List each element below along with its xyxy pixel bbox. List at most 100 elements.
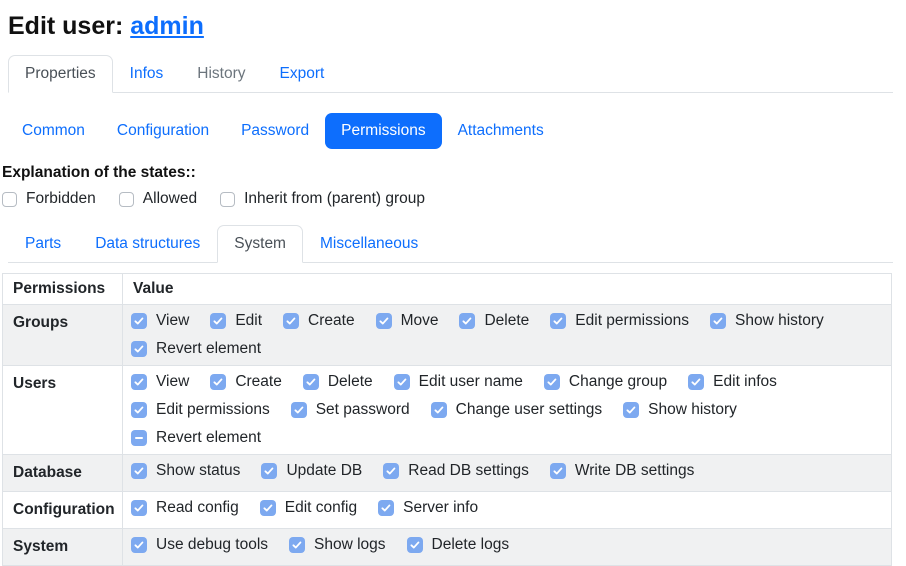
checkbox-label: Edit user name (419, 373, 523, 391)
checkbox-item[interactable]: Edit config (260, 499, 357, 517)
checkbox-item[interactable]: Show logs (289, 536, 386, 554)
checkbox-item[interactable]: Use debug tools (131, 536, 268, 554)
checkbox-item[interactable]: Inherit from (parent) group (220, 190, 425, 208)
checkbox-icon[interactable] (407, 537, 423, 553)
checkbox-label: Write DB settings (575, 462, 694, 480)
table-row-configuration: Configuration Read config Edit config Se… (3, 492, 892, 529)
checkbox-item[interactable]: Move (376, 312, 439, 330)
subtab-attachments[interactable]: Attachments (442, 113, 560, 149)
checkbox-icon[interactable] (544, 374, 560, 390)
checkbox-icon[interactable] (623, 402, 639, 418)
checkbox-item[interactable]: Allowed (119, 190, 197, 208)
checkbox-item[interactable]: Read config (131, 499, 239, 517)
checkbox-item[interactable]: Server info (378, 499, 478, 517)
checkbox-icon[interactable] (131, 463, 147, 479)
checkbox-item[interactable]: Edit permissions (131, 401, 270, 419)
checkbox-item[interactable]: Edit permissions (550, 312, 689, 330)
page-title-text: Edit user: (8, 12, 130, 40)
checkbox-icon[interactable] (210, 313, 226, 329)
row-label-users: Users (3, 366, 123, 455)
checkbox-icon[interactable] (710, 313, 726, 329)
tab-infos[interactable]: Infos (113, 55, 181, 93)
checkbox-item[interactable]: Show history (710, 312, 824, 330)
subtab-common[interactable]: Common (6, 113, 101, 149)
checkbox-icon[interactable] (131, 313, 147, 329)
table-header-row: Permissions Value (3, 274, 892, 305)
checkbox-item[interactable]: Show status (131, 462, 240, 480)
checkbox-label: Revert element (156, 429, 261, 447)
checkbox-item[interactable]: Edit (210, 312, 262, 330)
checkbox-icon[interactable] (119, 192, 134, 207)
subtab-permissions[interactable]: Permissions (325, 113, 441, 149)
tab-miscellaneous[interactable]: Miscellaneous (303, 225, 435, 263)
checkbox-icon[interactable] (376, 313, 392, 329)
checkbox-item[interactable]: Read DB settings (383, 462, 529, 480)
tab-system[interactable]: System (217, 225, 303, 263)
checkbox-label: Show history (648, 401, 737, 419)
checkbox-item[interactable]: Forbidden (2, 190, 96, 208)
checkbox-icon[interactable] (459, 313, 475, 329)
checkbox-icon[interactable] (383, 463, 399, 479)
checkbox-icon[interactable] (291, 402, 307, 418)
checkbox-item[interactable]: Change group (544, 373, 667, 391)
checkbox-icon[interactable] (131, 537, 147, 553)
checkbox-icon[interactable] (688, 374, 704, 390)
checkbox-item[interactable]: Revert element (131, 340, 261, 358)
checkbox-item[interactable]: Show history (623, 401, 737, 419)
subtab-configuration[interactable]: Configuration (101, 113, 225, 149)
checkbox-label: Allowed (143, 190, 197, 208)
tab-export[interactable]: Export (263, 55, 342, 93)
checkbox-item[interactable]: Write DB settings (550, 462, 694, 480)
checkbox-item[interactable]: Create (283, 312, 355, 330)
tab-data-structures[interactable]: Data structures (78, 225, 217, 263)
checkbox-label: Use debug tools (156, 536, 268, 554)
checkbox-item[interactable]: Delete (303, 373, 373, 391)
col-header-value: Value (123, 274, 892, 305)
checkbox-item[interactable]: Revert element (131, 429, 261, 447)
user-admin-link[interactable]: admin (130, 12, 204, 40)
checkbox-item[interactable]: Update DB (261, 462, 362, 480)
subtab-password[interactable]: Password (225, 113, 325, 149)
checkbox-icon[interactable] (289, 537, 305, 553)
checkbox-label: Create (308, 312, 355, 330)
table-row-groups: Groups View Edit Create Move Delete (3, 305, 892, 366)
checkbox-icon[interactable] (550, 463, 566, 479)
checkbox-icon[interactable] (303, 374, 319, 390)
checkbox-label: Delete logs (432, 536, 510, 554)
checkbox-label: Show logs (314, 536, 386, 554)
checkbox-item[interactable]: Edit user name (394, 373, 523, 391)
checkbox-icon[interactable] (378, 500, 394, 516)
checkbox-icon[interactable] (131, 341, 147, 357)
checkbox-icon[interactable] (2, 192, 17, 207)
checkbox-item[interactable]: View (131, 312, 189, 330)
checkbox-label: Edit (235, 312, 262, 330)
checkbox-icon[interactable] (283, 313, 299, 329)
checkbox-item[interactable]: Edit infos (688, 373, 777, 391)
checkbox-icon[interactable] (131, 430, 147, 446)
database-permissions: Show status Update DB Read DB settings W… (131, 462, 883, 480)
checkbox-label: Server info (403, 499, 478, 517)
checkbox-icon[interactable] (260, 500, 276, 516)
checkbox-icon[interactable] (131, 500, 147, 516)
checkbox-item[interactable]: Delete logs (407, 536, 510, 554)
checkbox-icon[interactable] (394, 374, 410, 390)
page-title: Edit user: admin (8, 12, 893, 41)
checkbox-icon[interactable] (131, 402, 147, 418)
tab-properties[interactable]: Properties (8, 55, 113, 93)
checkbox-icon[interactable] (220, 192, 235, 207)
checkbox-icon[interactable] (210, 374, 226, 390)
checkbox-item[interactable]: Create (210, 373, 282, 391)
checkbox-item[interactable]: Set password (291, 401, 410, 419)
checkbox-item[interactable]: Delete (459, 312, 529, 330)
checkbox-icon[interactable] (261, 463, 277, 479)
checkbox-icon[interactable] (550, 313, 566, 329)
checkbox-icon[interactable] (131, 374, 147, 390)
system-permissions: Use debug tools Show logs Delete logs (131, 536, 883, 554)
checkbox-item[interactable]: Change user settings (431, 401, 602, 419)
table-row-database: Database Show status Update DB Read DB s… (3, 455, 892, 492)
checkbox-item[interactable]: View (131, 373, 189, 391)
row-label-system: System (3, 529, 123, 566)
checkbox-icon[interactable] (431, 402, 447, 418)
col-header-permissions: Permissions (3, 274, 123, 305)
tab-parts[interactable]: Parts (8, 225, 78, 263)
